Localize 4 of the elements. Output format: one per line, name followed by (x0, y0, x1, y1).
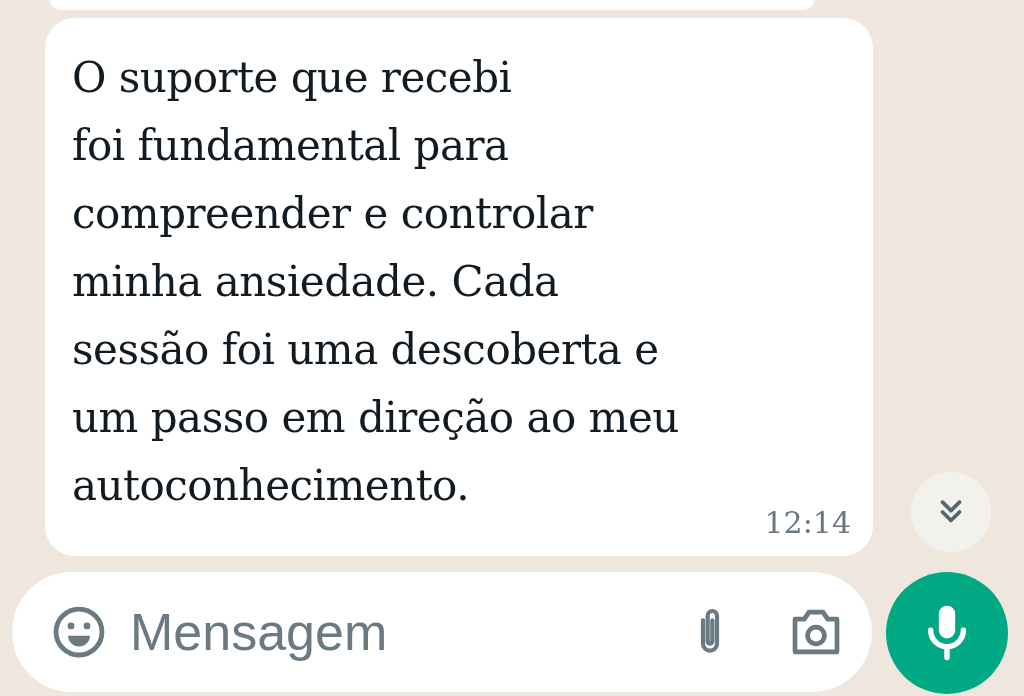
message-time: 12:14 (764, 505, 851, 540)
message-text: O suporte que recebi foi fundamental para compreender e controlar minha ansiedade. Cada sessão foi uma descoberta e um passo em direção ao meu autoconhecimento. (72, 52, 680, 512)
message-input-bar[interactable]: Mensagem (12, 572, 872, 692)
message-field[interactable]: Mensagem (128, 601, 670, 663)
